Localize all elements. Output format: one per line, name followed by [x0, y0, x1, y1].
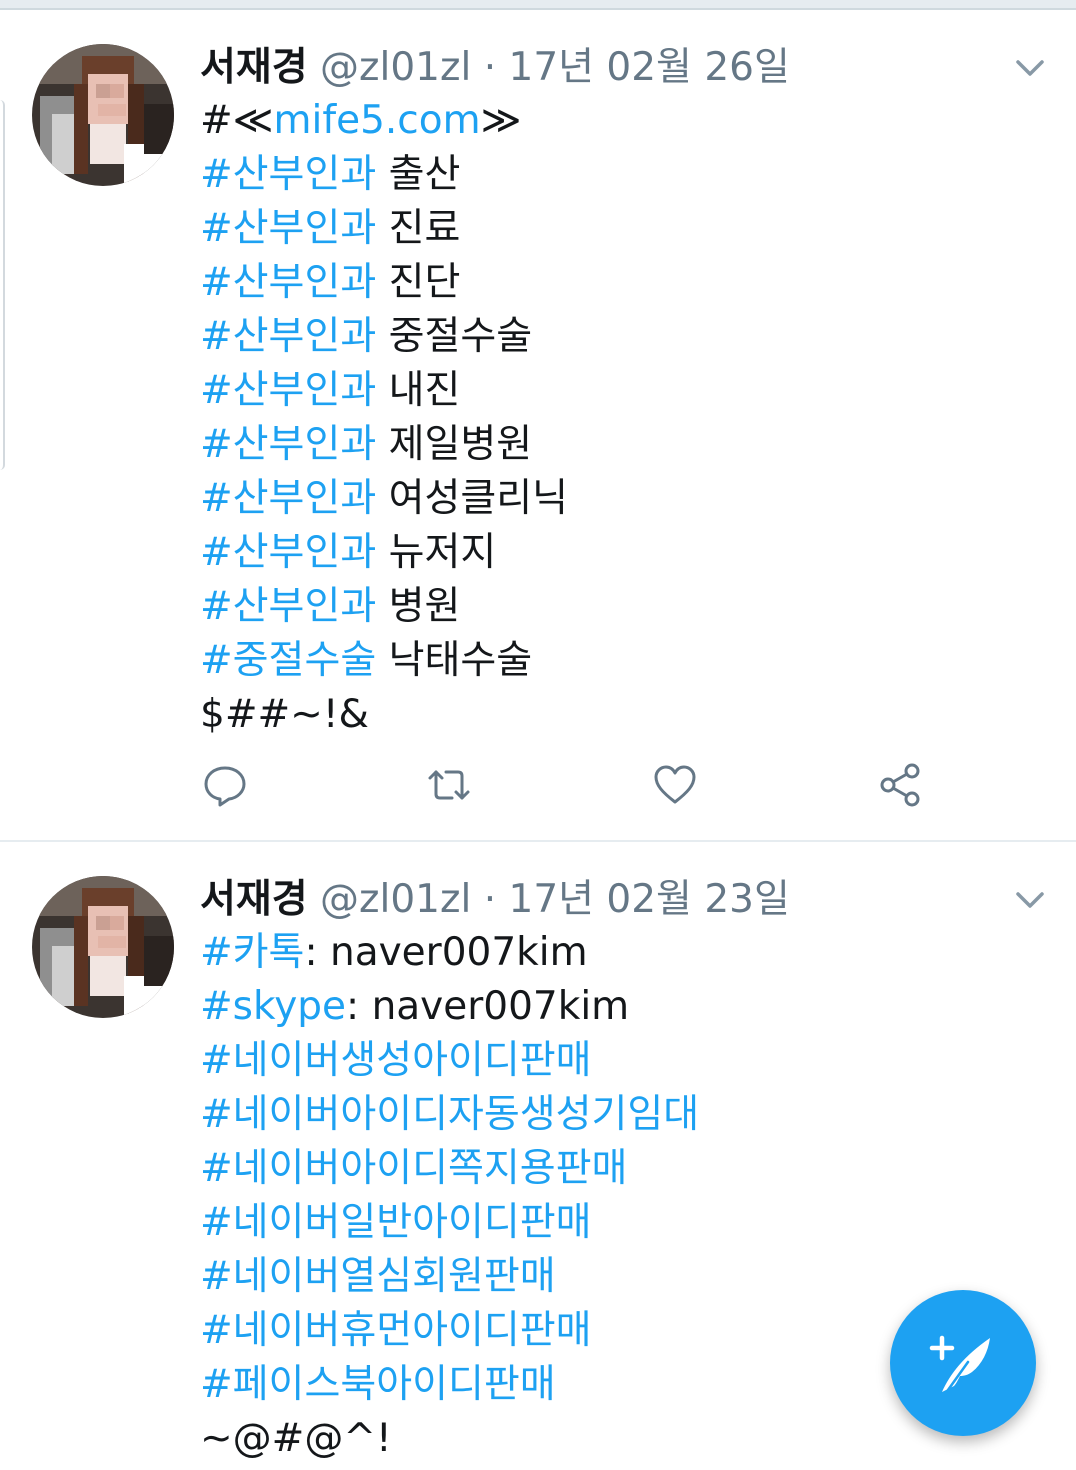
tweet-text-segment: 제일병원 — [376, 422, 533, 467]
top-edge — [0, 0, 1076, 8]
hashtag-link[interactable]: #카톡 — [200, 930, 304, 975]
hashtag-link[interactable]: #산부인과 — [200, 206, 376, 251]
tweet-text-segment: ≫ — [480, 98, 522, 143]
tweet-text-segment: 진료 — [376, 206, 461, 251]
tweet-date[interactable]: 17년 02월 26일 — [509, 45, 790, 90]
tweet-text-line: #카톡: naver007kim — [200, 926, 699, 980]
tweet-text-segment: 진단 — [376, 260, 461, 305]
tweet-text-segment: 내진 — [376, 368, 461, 413]
display-name[interactable]: 서재경 — [200, 45, 308, 90]
tweet-text-line: #산부인과 진료 — [200, 202, 568, 256]
tweet-text-segment: 중절수술 — [376, 314, 533, 359]
tweet-text-line: #네이버생성아이디판매 — [200, 1034, 699, 1088]
share-icon[interactable] — [878, 762, 924, 808]
retweet-icon[interactable] — [426, 762, 472, 808]
user-handle[interactable]: @zl01zl — [320, 877, 471, 922]
chevron-down-icon[interactable] — [1012, 882, 1048, 918]
hashtag-link[interactable]: #네이버생성아이디판매 — [200, 1038, 591, 1083]
hashtag-link[interactable]: #네이버휴먼아이디판매 — [200, 1308, 591, 1353]
hashtag-link[interactable]: #산부인과 — [200, 422, 376, 467]
chevron-down-icon[interactable] — [1012, 50, 1048, 86]
hashtag-link[interactable]: #산부인과 — [200, 368, 376, 413]
avatar[interactable] — [32, 44, 174, 186]
tweet-text-line: #중절수술 낙태수술 — [200, 634, 568, 688]
tweet-header: 서재경 @zl01zl · 17년 02월 23일 — [200, 872, 790, 928]
hashtag-link[interactable]: #네이버열심회원판매 — [200, 1254, 556, 1299]
tweet-text-segment: : naver007kim — [346, 984, 630, 1029]
compose-tweet-button[interactable] — [890, 1290, 1036, 1436]
tweet-text-line: #산부인과 뉴저지 — [200, 526, 568, 580]
tweet-text: #카톡: naver007kim #skype: naver007kim #네이버생… — [200, 926, 699, 1466]
tweet[interactable]: 서재경 @zl01zl · 17년 02월 26일 #≪mife5.com≫ #산… — [0, 10, 1076, 840]
tweet-text-line: #페이스북아이디판매 — [200, 1358, 699, 1412]
hashtag-link[interactable]: mife5.com — [274, 98, 481, 143]
tweet-header: 서재경 @zl01zl · 17년 02월 26일 — [200, 40, 790, 96]
tweet-text-line: $##~!& — [200, 688, 568, 742]
tweet-text-segment: 병원 — [376, 584, 461, 629]
separator-dot: · — [483, 45, 497, 90]
tweet-text-segment: 뉴저지 — [376, 530, 497, 575]
hashtag-link[interactable]: #페이스북아이디판매 — [200, 1362, 556, 1407]
tweet-text-line: #산부인과 진단 — [200, 256, 568, 310]
hashtag-link[interactable]: #네이버일반아이디판매 — [200, 1200, 591, 1245]
hashtag-link[interactable]: #skype — [200, 984, 346, 1029]
reply-icon[interactable] — [202, 762, 248, 808]
tweet-text-line: #산부인과 출산 — [200, 148, 568, 202]
tweet-text-line: #≪mife5.com≫ — [200, 94, 568, 148]
tweet-text: #≪mife5.com≫ #산부인과 출산 #산부인과 진료 #산부인과 진단 #산부인… — [200, 94, 568, 742]
hashtag-link[interactable]: #중절수술 — [200, 638, 376, 683]
like-icon[interactable] — [652, 762, 698, 808]
tweet-text-line: #산부인과 병원 — [200, 580, 568, 634]
tweet-text-line: #네이버일반아이디판매 — [200, 1196, 699, 1250]
hashtag-link[interactable]: #산부인과 — [200, 260, 376, 305]
hashtag-link[interactable]: #산부인과 — [200, 152, 376, 197]
compose-tweet-icon — [929, 1335, 990, 1392]
hashtag-link[interactable]: #산부인과 — [200, 314, 376, 359]
display-name[interactable]: 서재경 — [200, 877, 308, 922]
hashtag-link[interactable]: #네이버아이디쪽지용판매 — [200, 1146, 627, 1191]
tweet-text-line: #산부인과 제일병원 — [200, 418, 568, 472]
tweet-text-segment: $##~!& — [200, 692, 369, 737]
tweet-text-line: #산부인과 여성클리닉 — [200, 472, 568, 526]
tweet-text-line: #산부인과 중절수술 — [200, 310, 568, 364]
avatar[interactable] — [32, 876, 174, 1018]
tweet-text-segment: 여성클리닉 — [376, 476, 569, 521]
separator-dot: · — [483, 877, 497, 922]
tweet-date[interactable]: 17년 02월 23일 — [509, 877, 790, 922]
hashtag-link[interactable]: #산부인과 — [200, 476, 376, 521]
hashtag-link[interactable]: #산부인과 — [200, 530, 376, 575]
tweet-text-line: #skype: naver007kim — [200, 980, 699, 1034]
hashtag-link[interactable]: #네이버아이디자동생성기임대 — [200, 1092, 699, 1137]
tweet-text-segment: ~@#@^! — [200, 1416, 392, 1461]
tweet-text-line: #산부인과 내진 — [200, 364, 568, 418]
tweet-text-segment: 출산 — [376, 152, 461, 197]
tweet-text-segment: #≪ — [200, 98, 274, 143]
tweet-text-line: #네이버아이디자동생성기임대 — [200, 1088, 699, 1142]
user-handle[interactable]: @zl01zl — [320, 45, 471, 90]
tweet-text-segment: : naver007kim — [304, 930, 588, 975]
tweet-actions — [200, 762, 960, 818]
tweet-text-segment: 낙태수술 — [376, 638, 533, 683]
tweet-text-line: ~@#@^! — [200, 1412, 699, 1466]
hashtag-link[interactable]: #산부인과 — [200, 584, 376, 629]
tweet-text-line: #네이버휴먼아이디판매 — [200, 1304, 699, 1358]
tweet-text-line: #네이버열심회원판매 — [200, 1250, 699, 1304]
tweet-text-line: #네이버아이디쪽지용판매 — [200, 1142, 699, 1196]
